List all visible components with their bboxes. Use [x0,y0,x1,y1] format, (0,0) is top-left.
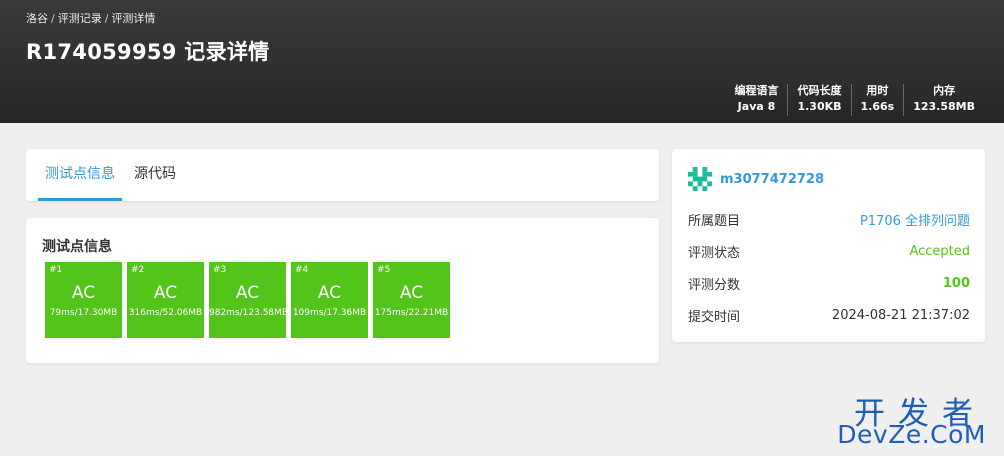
record-stats: 编程语言 Java 8 代码长度 1.30KB 用时 1.66s 内存 123.… [725,84,984,116]
stat-label: 用时 [866,84,889,97]
stat-value: 123.58MB [913,100,975,113]
watermark-en: DevZe.CoM [837,420,986,449]
stat-memory: 内存 123.58MB [903,84,984,116]
testcase-number: #3 [213,265,227,275]
stat-value: Java 8 [737,100,776,113]
stat-label: 代码长度 [797,84,842,97]
stat-value: 1.30KB [797,100,842,113]
testcase-number: #5 [377,265,391,275]
testcase-result: AC [317,283,342,303]
testcase-time-memory: 175ms/22.21MB [374,308,449,318]
submit-time-value: 2024-08-21 21:37:02 [831,307,970,323]
info-label: 提交时间 [688,309,741,325]
user-row: m3077472728 [688,167,824,191]
username-link[interactable]: m3077472728 [720,172,824,187]
testcases-card: 测试点信息 #1 AC 79ms/17.30MB #2 AC 316ms/52.… [26,218,659,363]
testcase-number: #2 [131,265,145,275]
problem-link[interactable]: P1706 全排列问题 [860,210,970,229]
breadcrumb-separator: / [51,12,55,25]
breadcrumb-records[interactable]: 评测记录 [58,12,102,25]
stat-value: 1.66s [860,100,895,113]
stat-time: 用时 1.66s [850,84,904,116]
testcase-tile[interactable]: #3 AC 982ms/123.58MB [209,262,289,338]
score-value: 100 [942,275,970,291]
info-row-submit-time: 提交时间 2024-08-21 21:37:02 [688,305,970,325]
testcase-time-memory: 316ms/52.06MB [128,308,203,318]
tab-source-code[interactable]: 源代码 [134,149,176,201]
breadcrumb-luogu[interactable]: 洛谷 [26,12,48,25]
testcase-result: AC [399,283,424,303]
testcase-number: #1 [49,265,63,275]
testcase-result: AC [235,283,260,303]
testcase-time-memory: 109ms/17.36MB [292,308,367,318]
info-label: 评测状态 [688,245,741,261]
breadcrumb: 洛谷 / 评测记录 / 评测详情 [26,10,155,26]
info-row-status: 评测状态 Accepted [688,241,970,261]
testcase-tile[interactable]: #2 AC 316ms/52.06MB [127,262,204,338]
info-row-problem: 所属题目 P1706 全排列问题 [688,209,970,229]
identicon-avatar-icon[interactable] [688,167,712,191]
breadcrumb-separator: / [104,12,109,25]
testcase-result: AC [71,283,96,303]
breadcrumb-current: 评测详情 [111,12,156,25]
stat-language: 编程语言 Java 8 [725,84,787,116]
testcase-tile[interactable]: #1 AC 79ms/17.30MB [45,262,122,338]
stat-label: 内存 [933,84,956,97]
stat-label: 编程语言 [734,84,779,97]
tabs-card: 测试点信息 源代码 [26,149,659,201]
testcase-time-memory: 982ms/123.58MB [209,308,289,318]
info-label: 所属题目 [688,213,741,229]
testcases-title: 测试点信息 [42,239,112,255]
tab-testcases[interactable]: 测试点信息 [38,149,122,201]
testcase-number: #4 [295,265,309,275]
testcase-grid: #1 AC 79ms/17.30MB #2 AC 316ms/52.06MB #… [45,262,450,338]
testcase-time-memory: 79ms/17.30MB [49,308,118,318]
stat-code-length: 代码长度 1.30KB [787,84,850,116]
record-info-card: m3077472728 所属题目 P1706 全排列问题 评测状态 Accept… [672,149,985,342]
testcase-tile[interactable]: #4 AC 109ms/17.36MB [291,262,368,338]
page-header: 洛谷 / 评测记录 / 评测详情 R174059959 记录详情 编程语言 Java 8… [0,0,1004,123]
site-watermark: 开发者 DevZe.CoM [837,388,996,452]
status-value: Accepted [909,243,970,259]
info-row-score: 评测分数 100 [688,273,970,293]
info-label: 评测分数 [688,277,741,293]
page-title: R174059959 记录详情 [26,40,270,64]
testcase-tile[interactable]: #5 AC 175ms/22.21MB [373,262,450,338]
testcase-result: AC [153,283,178,303]
